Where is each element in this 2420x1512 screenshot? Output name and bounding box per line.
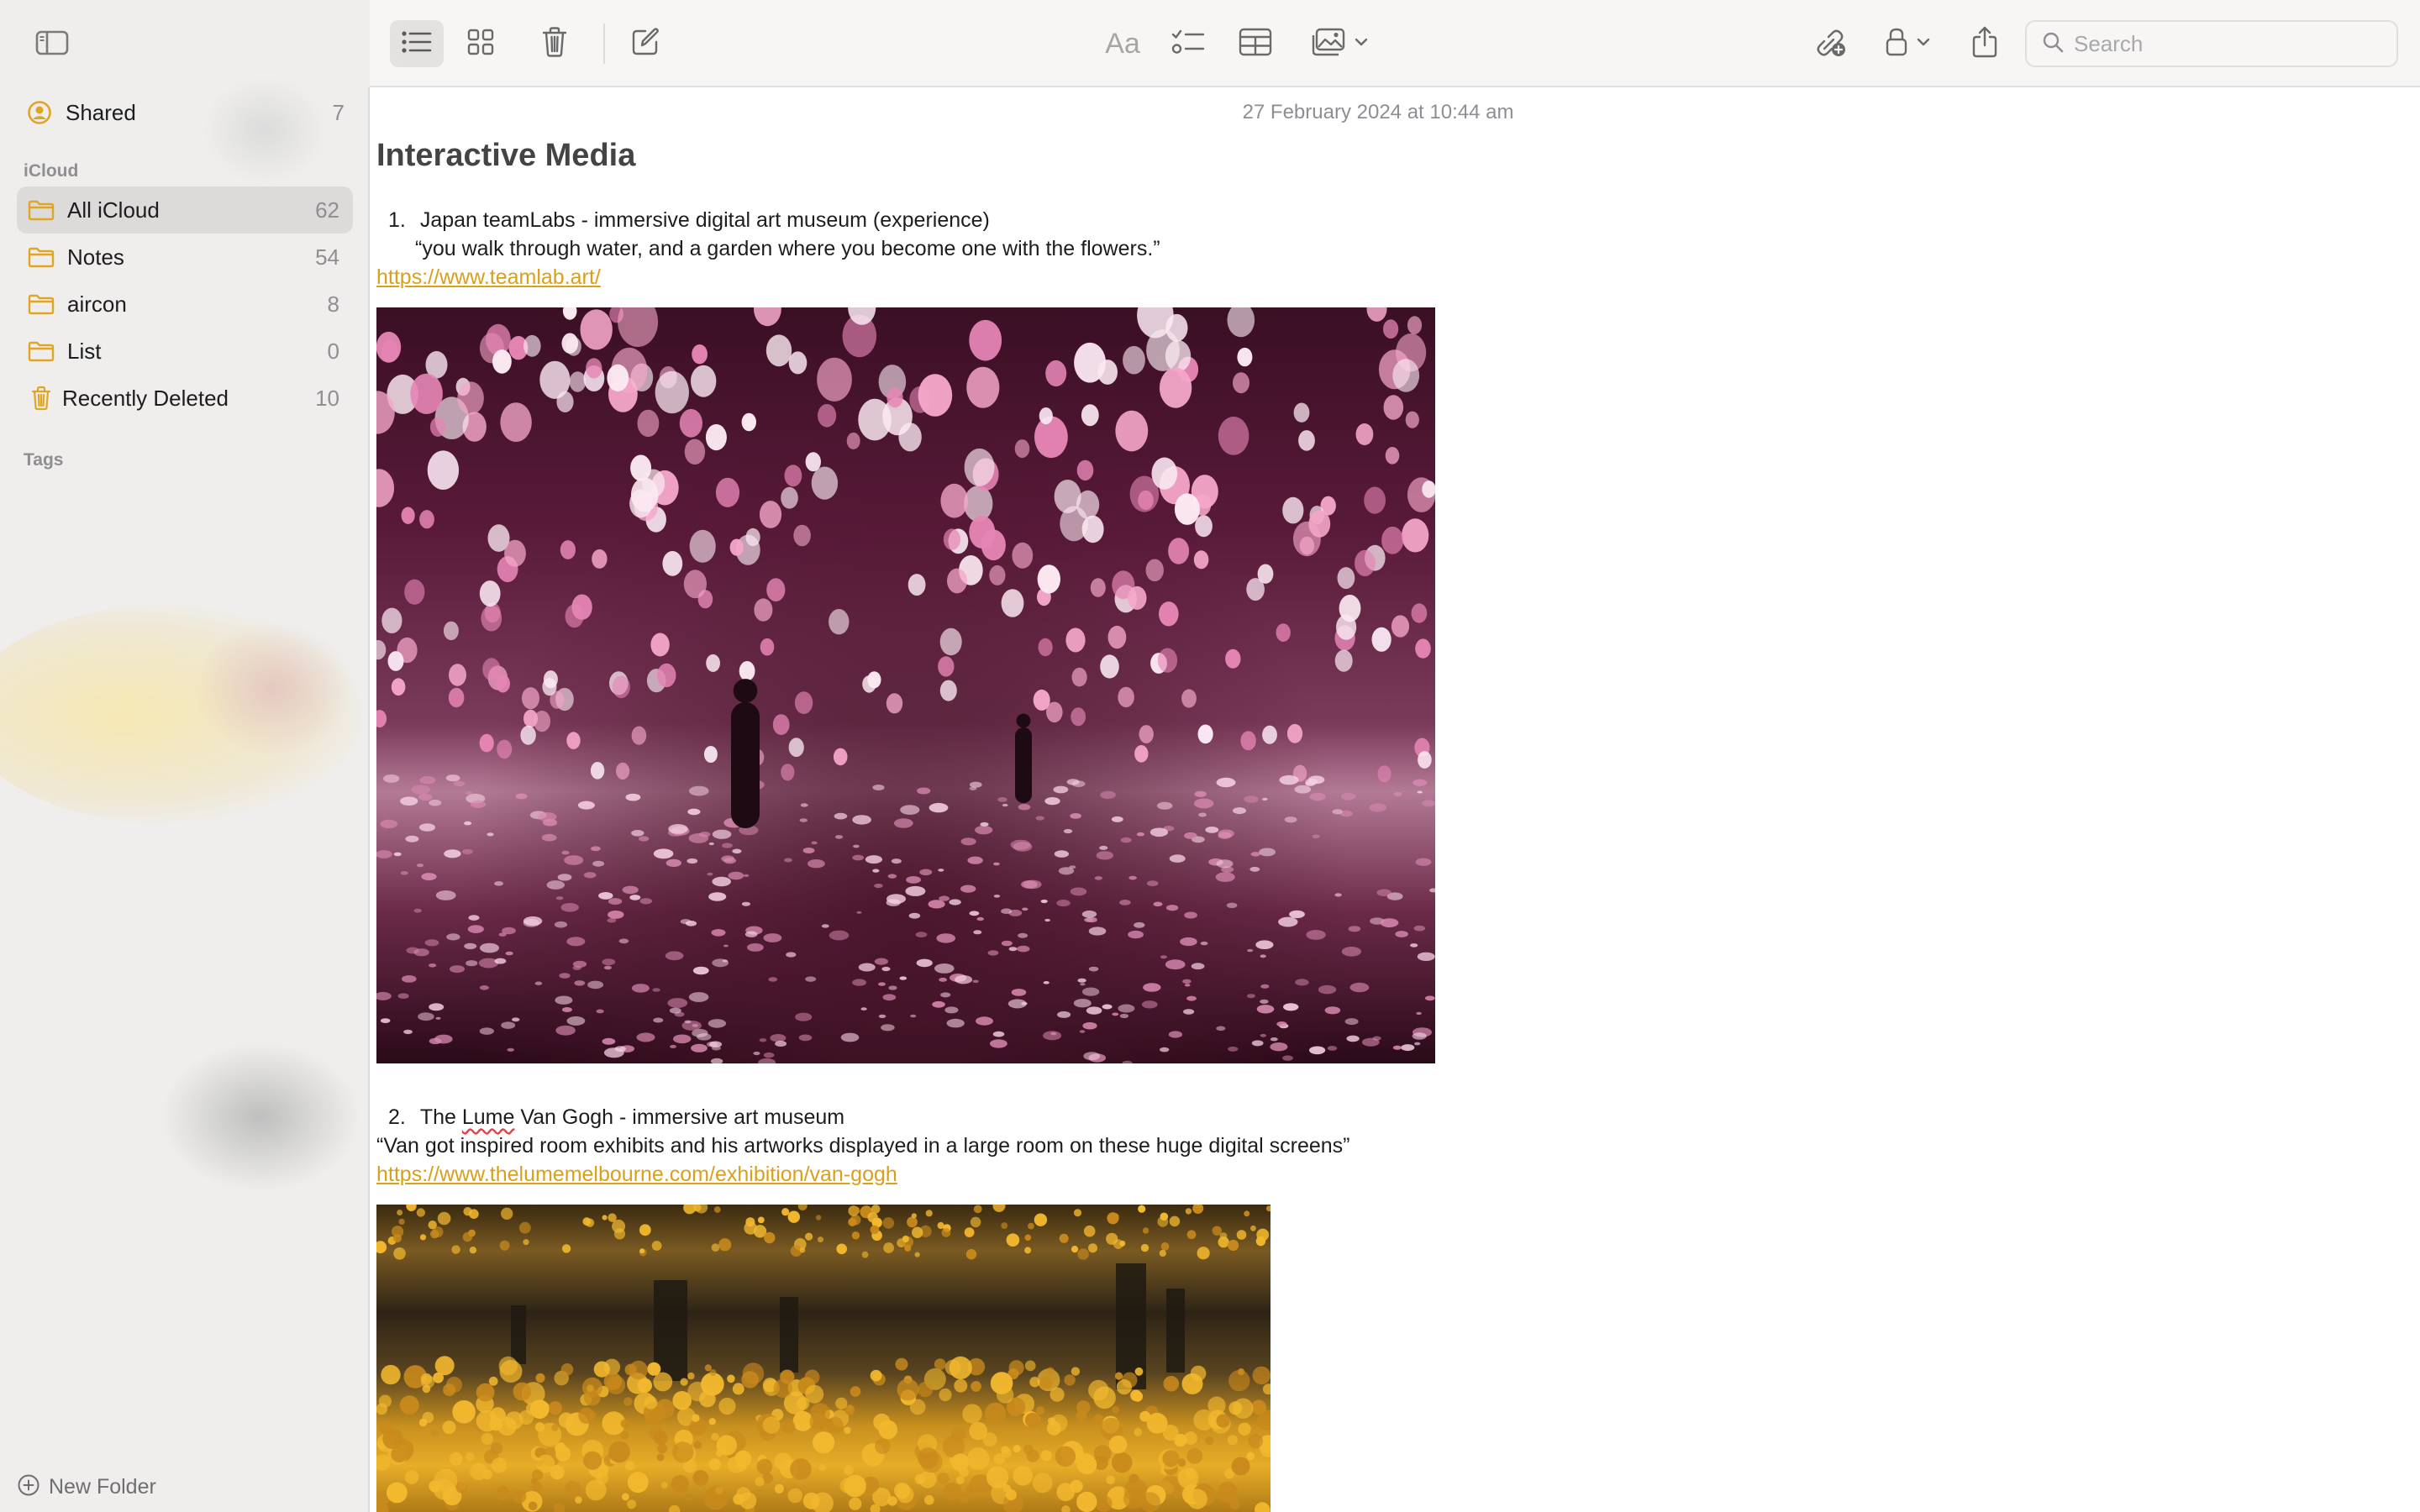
toolbar-separator <box>603 24 605 64</box>
chevron-down-icon <box>1355 36 1368 51</box>
list-item-heading: Japan teamLabs - immersive digital art m… <box>419 208 990 232</box>
list-item-number: 2. <box>388 1105 406 1129</box>
share-button[interactable] <box>1961 20 2008 67</box>
misspelled-word[interactable]: Lume <box>462 1105 515 1129</box>
toolbar: Aa <box>370 0 2420 87</box>
sidebar-item-recently-deleted[interactable]: Recently Deleted 10 <box>17 375 353 422</box>
sidebar-item-label: Shared <box>66 99 136 125</box>
sunflower-scene <box>376 1205 1270 1512</box>
list-view-button[interactable] <box>390 20 444 67</box>
sidebar-item-count: 7 <box>332 99 345 125</box>
trash-icon <box>27 384 55 412</box>
new-note-button[interactable] <box>622 20 669 67</box>
sidebar: Shared 7 iCloud All iCloud 62 Notes 54 a… <box>0 0 370 1512</box>
compose-icon <box>630 27 660 61</box>
sidebar-item-label: All iCloud <box>67 197 160 223</box>
sidebar-item-count: 8 <box>327 291 339 317</box>
teamlab-photo[interactable] <box>376 307 1435 1063</box>
sidebar-item-notes[interactable]: Notes 54 <box>17 234 353 281</box>
photo-icon <box>1311 28 1349 60</box>
grid-icon <box>466 28 495 60</box>
delete-note-button[interactable] <box>531 20 578 67</box>
collaborate-icon <box>1812 26 1848 62</box>
list-item[interactable]: 2. The Lume Van Gogh - immersive art mus… <box>388 1105 844 1130</box>
sidebar-divider <box>368 87 370 1512</box>
van-gogh-photo[interactable] <box>376 1205 1270 1512</box>
search-icon <box>2042 31 2064 57</box>
format-button[interactable]: Aa <box>1092 20 1153 67</box>
lantern-scene <box>376 307 1435 1063</box>
collaborate-button[interactable] <box>1805 20 1855 67</box>
sidebar-item-count: 10 <box>315 385 339 411</box>
search-field[interactable] <box>2025 20 2398 67</box>
new-folder-button[interactable]: New Folder <box>17 1472 156 1502</box>
person-circle-icon <box>25 98 54 127</box>
note-editor[interactable]: 27 February 2024 at 10:44 am Interactive… <box>376 87 2420 1512</box>
sidebar-item-count: 62 <box>315 197 339 223</box>
plus-circle-icon <box>17 1473 40 1501</box>
list-item-quote[interactable]: “you walk through water, and a garden wh… <box>415 237 1160 261</box>
sidebar-item-label: Recently Deleted <box>62 385 229 411</box>
list-icon <box>400 29 434 59</box>
folder-icon <box>27 196 55 224</box>
folder-icon <box>27 243 55 271</box>
sidebar-toggle-icon[interactable] <box>35 30 69 55</box>
sidebar-item-shared[interactable]: Shared 7 <box>25 96 345 129</box>
sidebar-item-aircon[interactable]: aircon 8 <box>17 281 353 328</box>
sidebar-item-label: aircon <box>67 291 127 317</box>
list-item-number: 1. <box>388 208 406 232</box>
media-button[interactable] <box>1304 20 1375 67</box>
sidebar-item-all-icloud[interactable]: All iCloud 62 <box>17 186 353 234</box>
checklist-button[interactable] <box>1163 20 1213 67</box>
van-gogh-link[interactable]: https://www.thelumemelbourne.com/exhibit… <box>376 1163 897 1187</box>
share-icon <box>1971 25 1998 63</box>
sidebar-item-list[interactable]: List 0 <box>17 328 353 375</box>
lock-button[interactable] <box>1874 20 1941 67</box>
folder-icon <box>27 337 55 365</box>
sidebar-item-count: 0 <box>327 338 339 364</box>
sidebar-item-label: List <box>67 338 102 364</box>
checklist-icon <box>1171 28 1205 60</box>
teamlab-link[interactable]: https://www.teamlab.art/ <box>376 265 601 290</box>
new-folder-label: New Folder <box>49 1474 156 1499</box>
section-header-icloud: iCloud <box>24 161 79 181</box>
chevron-down-icon <box>1917 36 1930 51</box>
table-icon <box>1239 28 1272 60</box>
note-title[interactable]: Interactive Media <box>376 138 635 174</box>
sidebar-item-count: 54 <box>315 244 339 270</box>
gallery-view-button[interactable] <box>454 20 508 67</box>
sidebar-item-label: Notes <box>67 244 124 270</box>
lock-icon <box>1885 27 1908 61</box>
trash-icon <box>541 26 568 62</box>
list-item-quote[interactable]: “Van got inspired room exhibits and his … <box>376 1134 1349 1158</box>
search-input[interactable] <box>2074 30 2376 57</box>
list-item[interactable]: 1. Japan teamLabs - immersive digital ar… <box>388 208 990 233</box>
section-header-tags: Tags <box>24 450 64 470</box>
note-date: 27 February 2024 at 10:44 am <box>1242 101 1514 123</box>
folder-list: All iCloud 62 Notes 54 aircon 8 List 0 R… <box>17 186 353 422</box>
list-item-heading: The Lume Van Gogh - immersive art museum <box>419 1105 845 1129</box>
table-button[interactable] <box>1230 20 1281 67</box>
folder-icon <box>27 290 55 318</box>
